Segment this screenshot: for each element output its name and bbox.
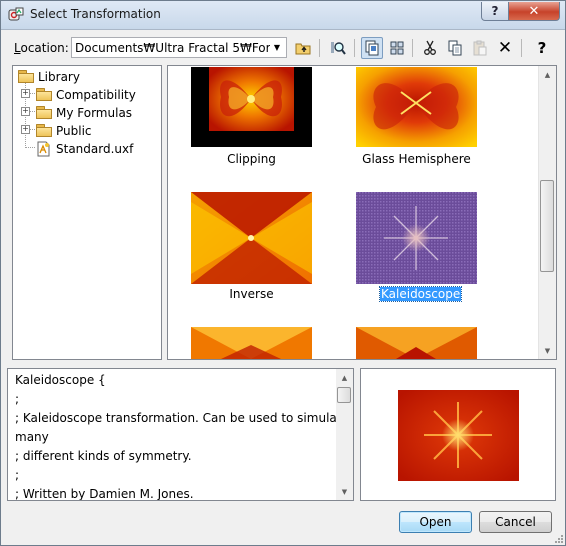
tree-item-label: My Formulas: [56, 105, 133, 120]
tree-item-label: Standard.uxf: [56, 141, 134, 156]
large-icons-view-icon: [365, 40, 379, 56]
find-icon: [331, 42, 346, 55]
scroll-up-arrow-icon[interactable]: ▲: [539, 66, 556, 83]
source-line: Kaleidoscope {: [15, 373, 106, 387]
tree-line: [25, 147, 35, 148]
source-line: ;: [15, 392, 20, 406]
folder-icon: [36, 124, 52, 137]
select-transformation-dialog: Select Transformation ? ✕ Location: Docu…: [0, 0, 566, 546]
tree-item-label: Public: [56, 123, 92, 138]
toolbar-separator: [412, 39, 413, 57]
tree-item-compatibility[interactable]: Compatibility: [36, 86, 136, 103]
up-folder-button[interactable]: [292, 37, 314, 59]
thumbnail-clipping-image[interactable]: [191, 67, 312, 147]
scrollbar-thumb[interactable]: [337, 387, 351, 403]
scroll-down-arrow-icon[interactable]: ▼: [336, 483, 353, 500]
thumbnail-label[interactable]: Kaleidoscope: [378, 286, 463, 302]
cut-icon: [424, 40, 436, 55]
thumbnail-kaleidoscope-image[interactable]: [356, 192, 477, 284]
close-button[interactable]: ✕: [508, 2, 560, 21]
formula-file-icon: [37, 141, 50, 156]
expand-icon[interactable]: +: [21, 125, 30, 134]
delete-button[interactable]: ✕: [494, 37, 516, 59]
thumbnail-image[interactable]: [356, 327, 477, 359]
help-button[interactable]: ?: [531, 37, 553, 59]
window-title: Select Transformation: [30, 7, 161, 21]
chevron-down-icon[interactable]: ▼: [270, 40, 284, 55]
source-line: ;: [15, 468, 20, 482]
folder-open-icon: [18, 70, 34, 83]
preview-image: [398, 390, 519, 481]
list-view-icon: [390, 41, 404, 55]
source-line: ; different kinds of symmetry.: [15, 449, 192, 463]
source-scrollbar[interactable]: ▲ ▼: [336, 369, 353, 500]
tree-item-label: Library: [38, 69, 80, 84]
scrollbar-thumb[interactable]: [540, 180, 554, 272]
source-line: ; Written by Damien M. Jones.: [15, 487, 194, 501]
large-icons-view-button[interactable]: [361, 37, 383, 59]
app-icon: [8, 7, 24, 21]
toolbar-separator: [354, 39, 355, 57]
tree-item-library[interactable]: Library: [18, 68, 80, 85]
thumbnail-glass-hemisphere-image[interactable]: [356, 67, 477, 147]
tree-item-public[interactable]: Public: [36, 122, 92, 139]
scroll-up-arrow-icon[interactable]: ▲: [336, 369, 353, 386]
folder-icon: [36, 88, 52, 101]
up-folder-icon: [295, 43, 311, 55]
thumbnail-image[interactable]: [191, 327, 312, 359]
toolbar-separator: [521, 39, 522, 57]
cut-button[interactable]: [419, 37, 441, 59]
expand-icon[interactable]: +: [21, 89, 30, 98]
tree-item-label: Compatibility: [56, 87, 136, 102]
title-bar[interactable]: Select Transformation ? ✕: [1, 1, 565, 30]
find-button[interactable]: [327, 37, 349, 59]
source-line: many: [15, 430, 49, 444]
tree-item-standard-uxf[interactable]: Standard.uxf: [36, 140, 133, 157]
thumbnail-label[interactable]: Glass Hemisphere: [356, 152, 477, 166]
thumbnail-label[interactable]: Clipping: [191, 152, 312, 166]
scroll-down-arrow-icon[interactable]: ▼: [539, 342, 556, 359]
location-combobox[interactable]: Documents₩Ultra Fractal 5₩Formul ▼: [71, 37, 287, 58]
formula-thumbnail-grid[interactable]: Clipping Glass Hemisphere Inverse Kaleid…: [167, 65, 557, 360]
formula-source-text[interactable]: Kaleidoscope { ; ; Kaleidoscope transfor…: [7, 368, 354, 501]
cancel-button[interactable]: Cancel: [479, 511, 552, 533]
thumbnail-scrollbar[interactable]: ▲ ▼: [538, 66, 556, 359]
copy-icon: [448, 40, 462, 56]
list-view-button[interactable]: [386, 37, 408, 59]
open-button[interactable]: Open: [399, 511, 472, 533]
source-line: ; Kaleidoscope transformation. Can be us…: [15, 411, 349, 425]
location-value: Documents₩Ultra Fractal 5₩Formul: [75, 41, 270, 55]
location-label: Location:: [14, 41, 69, 55]
delete-icon: ✕: [497, 38, 513, 58]
thumbnail-label[interactable]: Inverse: [191, 287, 312, 301]
copy-button[interactable]: [444, 37, 466, 59]
thumbnail-inverse-image[interactable]: [191, 192, 312, 284]
help-icon: ?: [537, 39, 547, 57]
toolbar-separator: [319, 39, 320, 57]
title-help-button[interactable]: ?: [481, 2, 509, 21]
tree-item-my-formulas[interactable]: My Formulas: [36, 104, 132, 121]
formula-preview: [360, 368, 556, 501]
resize-grip-icon[interactable]: [553, 533, 563, 543]
folder-icon: [36, 106, 52, 119]
paste-icon: [473, 40, 487, 56]
folder-tree[interactable]: Library + Compatibility + My Formulas + …: [12, 65, 162, 360]
paste-button[interactable]: [469, 37, 491, 59]
expand-icon[interactable]: +: [21, 107, 30, 116]
